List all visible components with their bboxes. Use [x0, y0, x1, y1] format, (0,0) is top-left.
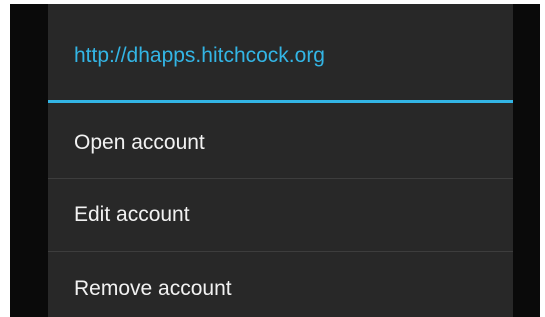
dialog-title: http://dhapps.hitchcock.org	[74, 44, 325, 67]
edit-account-label: Edit account	[74, 203, 190, 226]
open-account-item[interactable]: Open account	[48, 107, 513, 179]
remove-account-item[interactable]: Remove account	[48, 253, 513, 317]
edit-account-item[interactable]: Edit account	[48, 179, 513, 251]
remove-account-label: Remove account	[74, 277, 232, 300]
title-divider	[48, 100, 513, 103]
open-account-label: Open account	[74, 131, 205, 154]
account-options-dialog: http://dhapps.hitchcock.org Open account…	[48, 4, 513, 317]
menu-divider	[48, 251, 513, 252]
device-screen: http://dhapps.hitchcock.org Open account…	[10, 4, 540, 317]
